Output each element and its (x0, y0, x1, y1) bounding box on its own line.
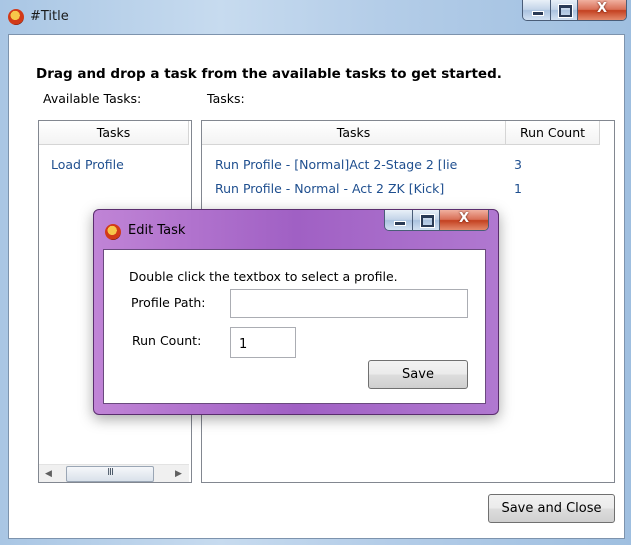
table-cell-run-count: 3 (514, 157, 522, 172)
dialog-title: Edit Task (128, 223, 186, 238)
table-row[interactable]: Run Profile - [Normal]Act 2-Stage 2 [lie… (202, 153, 612, 175)
instruction-text: Drag and drop a task from the available … (36, 66, 502, 82)
main-title-bar[interactable]: #Title X (0, 0, 631, 34)
table-cell-run-count: 1 (514, 181, 522, 196)
arrow-left-icon[interactable]: ◀ (45, 469, 52, 479)
close-button[interactable]: X (578, 0, 626, 20)
available-tasks-header[interactable]: Tasks (39, 121, 189, 145)
table-row[interactable]: Run Profile - Normal - Act 2 ZK [Kick] 1 (202, 177, 612, 199)
available-tasks-label: Available Tasks: (43, 91, 142, 106)
close-icon: X (596, 1, 608, 16)
minimize-button[interactable] (523, 0, 551, 20)
save-and-close-button[interactable]: Save and Close (488, 494, 615, 523)
minimize-icon (531, 11, 544, 16)
run-count-input[interactable]: 1 (230, 327, 296, 358)
dialog-close-button[interactable]: X (440, 210, 488, 230)
maximize-icon (559, 5, 572, 17)
column-header-tasks[interactable]: Tasks (202, 121, 506, 145)
main-caption-buttons: X (522, 0, 627, 21)
dialog-minimize-button[interactable] (385, 210, 413, 230)
dialog-save-button[interactable]: Save (368, 360, 468, 389)
dialog-caption-buttons: X (384, 210, 489, 231)
arrow-right-icon[interactable]: ▶ (175, 469, 182, 479)
maximize-icon (421, 215, 434, 227)
close-icon: X (458, 211, 470, 226)
tasks-label: Tasks: (207, 91, 245, 106)
list-item-load-profile[interactable]: Load Profile (51, 157, 124, 172)
dialog-maximize-button[interactable] (413, 210, 440, 230)
horizontal-scrollbar[interactable]: ◀ III ▶ (39, 464, 189, 482)
profile-path-input[interactable] (230, 289, 468, 318)
devil-face-icon (105, 224, 121, 240)
column-header-run-count[interactable]: Run Count (506, 121, 600, 145)
scroll-thumb[interactable]: III (66, 466, 154, 482)
run-count-label: Run Count: (132, 333, 202, 348)
minimize-icon (393, 221, 406, 226)
profile-path-label: Profile Path: (131, 295, 206, 310)
window-title: #Title (30, 9, 69, 24)
devil-face-icon (8, 9, 24, 25)
table-cell-task: Run Profile - Normal - Act 2 ZK [Kick] (215, 181, 445, 196)
dialog-hint: Double click the textbox to select a pro… (129, 269, 398, 284)
table-cell-task: Run Profile - [Normal]Act 2-Stage 2 [lie (215, 157, 458, 172)
maximize-button[interactable] (551, 0, 578, 20)
